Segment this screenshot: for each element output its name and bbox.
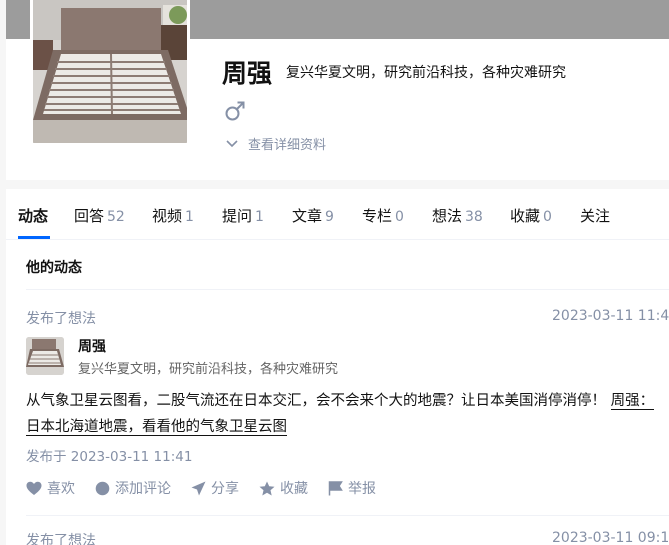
like-label: 喜欢 (47, 481, 75, 497)
flag-icon (328, 480, 343, 495)
feed-item-type: 发布了想法 (26, 533, 96, 545)
linked-thought-text[interactable]: 日本北海道地震，看看他的气象卫星云图 (26, 419, 287, 436)
avatar-bed-photo (33, 0, 187, 143)
tab-questions[interactable]: 提问 1 (222, 205, 264, 226)
author-headline: 复兴华夏文明，研究前沿科技，各种灾难研究 (78, 362, 339, 377)
heart-icon (26, 481, 42, 495)
like-button[interactable]: 喜欢 (26, 478, 75, 498)
tab-count: 52 (107, 209, 125, 225)
tab-label: 回答 (74, 207, 105, 225)
divider (26, 289, 669, 290)
feed-item-time: 2023-03-11 09:1 (552, 530, 669, 545)
feed-item-type: 发布了想法 (26, 311, 96, 327)
tab-activity[interactable]: 动态 (18, 205, 48, 226)
chevron-down-icon (226, 139, 238, 147)
profile-avatar[interactable] (30, 0, 190, 146)
view-details-link[interactable]: 查看详细资料 (226, 134, 326, 153)
tab-videos[interactable]: 视频 1 (152, 205, 194, 226)
tab-label: 提问 (222, 207, 253, 225)
publish-time[interactable]: 发布于 2023-03-11 11:41 (26, 445, 192, 465)
add-comment-button[interactable]: 添加评论 (95, 478, 171, 498)
profile-name: 周强 (222, 59, 273, 88)
tab-label: 收藏 (510, 207, 541, 225)
tab-answers[interactable]: 回答 52 (74, 205, 125, 226)
tab-following[interactable]: 关注 (580, 205, 610, 226)
tab-thoughts[interactable]: 想法 38 (432, 205, 483, 226)
report-label: 举报 (348, 481, 376, 497)
favorite-label: 收藏 (280, 481, 308, 497)
profile-headline: 复兴华夏文明，研究前沿科技，各种灾难研究 (286, 65, 566, 81)
comment-icon (95, 481, 110, 495)
tab-articles[interactable]: 文章 9 (292, 205, 334, 226)
tab-label: 想法 (432, 207, 463, 225)
tab-label: 关注 (580, 207, 611, 225)
view-details-label: 查看详细资料 (248, 138, 327, 153)
tab-columns[interactable]: 专栏 0 (362, 205, 404, 226)
linked-thought-author[interactable]: 周强： (610, 393, 655, 410)
report-button[interactable]: 举报 (328, 478, 376, 498)
comment-label: 添加评论 (115, 481, 171, 497)
author-avatar[interactable] (26, 337, 64, 375)
share-button[interactable]: 分享 (191, 478, 239, 498)
male-gender-icon (225, 101, 245, 121)
avatar-bed-photo-small (26, 337, 64, 375)
active-tab-indicator (18, 236, 50, 239)
profile-header: 周强 复兴华夏文明，研究前沿科技，各种灾难研究 查看详细资料 (6, 0, 669, 180)
activity-card: 动态 回答 52 视频 1 提问 1 文章 9 专栏 0 想法 38 收藏 0 关注 他的动态… (6, 189, 669, 545)
tab-count: 1 (185, 209, 194, 225)
tab-label: 视频 (152, 207, 183, 225)
profile-tabs: 动态 回答 52 视频 1 提问 1 文章 9 专栏 0 想法 38 收藏 0 关注 (6, 189, 669, 240)
tab-count: 1 (255, 209, 264, 225)
tab-count: 0 (395, 209, 404, 225)
content-text: 从气象卫星云图看，二股气流还在日本交汇，会不会来个大的地震？让日本美国消停消停！ (26, 393, 606, 409)
tab-label: 动态 (18, 207, 49, 225)
thought-content[interactable]: 从气象卫星云图看，二股气流还在日本交汇，会不会来个大的地震？让日本美国消停消停！… (26, 388, 669, 440)
divider (26, 515, 669, 516)
favorite-button[interactable]: 收藏 (259, 478, 308, 498)
section-title: 他的动态 (26, 260, 82, 276)
tab-collections[interactable]: 收藏 0 (510, 205, 552, 226)
tab-label: 专栏 (362, 207, 393, 225)
tab-count: 38 (465, 209, 483, 225)
author-name[interactable]: 周强 (78, 336, 106, 356)
tab-label: 文章 (292, 207, 323, 225)
share-label: 分享 (211, 481, 239, 497)
tab-count: 9 (325, 209, 334, 225)
action-bar: 喜欢 添加评论 分享 收藏 举报 (26, 478, 396, 498)
share-icon (191, 481, 206, 495)
feed-item-time: 2023-03-11 11:4 (552, 308, 669, 324)
star-icon (259, 481, 275, 495)
tab-count: 0 (543, 209, 552, 225)
